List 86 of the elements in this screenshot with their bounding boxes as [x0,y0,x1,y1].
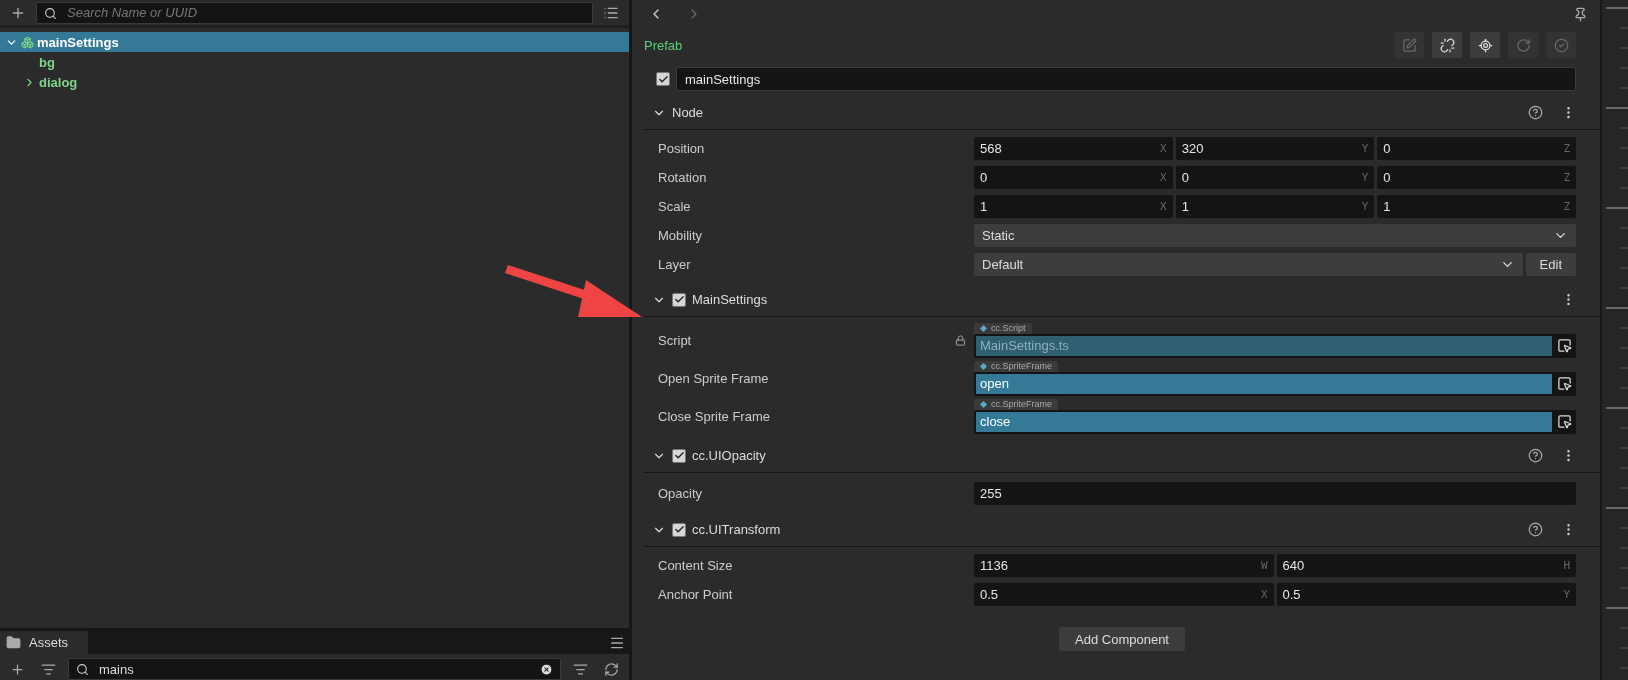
section-header[interactable]: cc.UITransform [644,513,1600,547]
property-label: Rotation [657,170,708,185]
number-field[interactable]: 0.5 Y [1276,583,1576,606]
axis-label: Y [1361,200,1369,213]
number-field[interactable]: 0 X [974,166,1173,189]
edit-button[interactable]: Edit [1525,253,1576,276]
tree-item[interactable]: mainSettings [0,32,629,52]
property-label: Position [657,141,706,156]
prefab-icon [21,35,34,49]
axis-label: Z [1563,171,1570,184]
diamond-icon [980,400,987,408]
diamond-icon [980,324,987,332]
section-header[interactable]: MainSettings [644,283,1600,317]
edit-icon [1401,37,1417,53]
number-field[interactable]: 1136 W [974,554,1274,577]
axis-label: Z [1563,142,1570,155]
cursor-icon [1556,376,1572,391]
property-label: Open Sprite Frame [657,370,769,386]
checkbox[interactable] [672,522,686,537]
number-field[interactable]: 0 Z [1377,166,1576,189]
number-field[interactable]: 640 H [1276,554,1576,577]
number-field[interactable]: 0 Y [1175,166,1375,189]
help-icon[interactable] [1528,522,1543,537]
search-icon[interactable] [76,663,89,676]
search-field[interactable]: mains [68,658,561,680]
tree-item[interactable]: bg [0,52,629,72]
pin-icon[interactable] [1573,6,1588,22]
refresh-icon[interactable] [604,661,619,677]
unlink-icon [1439,37,1455,53]
filter-icon[interactable] [573,661,588,677]
add-component-button[interactable]: Add Component [1059,627,1185,651]
cursor-icon [1556,414,1572,429]
property-label: Opacity [657,485,704,501]
asset-field[interactable]: open [976,373,1552,394]
checkbox[interactable] [672,292,686,307]
property-label: Layer [657,257,692,272]
property-label: Mobility [657,228,704,243]
folder-icon [6,635,21,650]
axis-label: Y [1563,588,1570,601]
search-field[interactable]: Search Name or UUID [36,1,593,24]
dropdown[interactable]: Default [974,253,1523,276]
asset-type-label: Prefab [644,37,683,53]
axis-label: X [1160,200,1167,213]
axis-label: Z [1563,200,1570,213]
axis-label: H [1563,559,1570,572]
number-field[interactable]: 0 Z [1377,137,1576,160]
target-button[interactable] [1470,32,1500,58]
property-label: Anchor Point [657,587,734,602]
target-icon [1477,37,1493,53]
section-header[interactable]: Node [644,96,1600,130]
number-field[interactable]: 1 Y [1175,195,1375,218]
search-icon[interactable] [44,6,57,20]
axis-label: Y [1361,171,1369,184]
axis-label: X [1160,171,1167,184]
cursor-icon [1556,338,1572,353]
property-label: Content Size [657,558,734,573]
tree-item[interactable]: dialog [0,72,629,92]
checkbox[interactable] [672,448,686,463]
refresh-icon [1515,37,1531,53]
name-field[interactable]: mainSettings [676,67,1576,91]
property-label: Scale [657,199,692,214]
help-icon[interactable] [1528,105,1543,120]
number-field[interactable]: 255 [974,481,1576,505]
help-icon[interactable] [1528,448,1543,463]
check-circle-icon [1553,37,1569,53]
add-icon[interactable] [10,661,25,677]
number-field[interactable]: 1 Z [1377,195,1576,218]
axis-label: W [1260,559,1268,572]
sort-icon[interactable] [41,661,56,677]
axis-label: Y [1361,142,1369,155]
property-label: Close Sprite Frame [657,408,770,424]
clear-icon[interactable] [540,663,553,676]
number-field[interactable]: 568 X [974,137,1173,160]
axis-label: X [1160,142,1167,155]
axis-label: X [1260,588,1268,601]
number-field[interactable]: 320 Y [1175,137,1375,160]
property-label: Script [657,332,692,348]
diamond-icon [980,362,987,370]
dropdown[interactable]: Static [974,224,1576,247]
unlink-button[interactable] [1432,32,1462,58]
number-field[interactable]: 0.5 X [974,583,1274,606]
section-header[interactable]: cc.UIOpacity [644,439,1600,473]
asset-field[interactable]: close [976,411,1552,432]
checkbox[interactable] [656,72,670,86]
number-field[interactable]: 1 X [974,195,1173,218]
assets-tab[interactable]: Assets [0,631,88,654]
